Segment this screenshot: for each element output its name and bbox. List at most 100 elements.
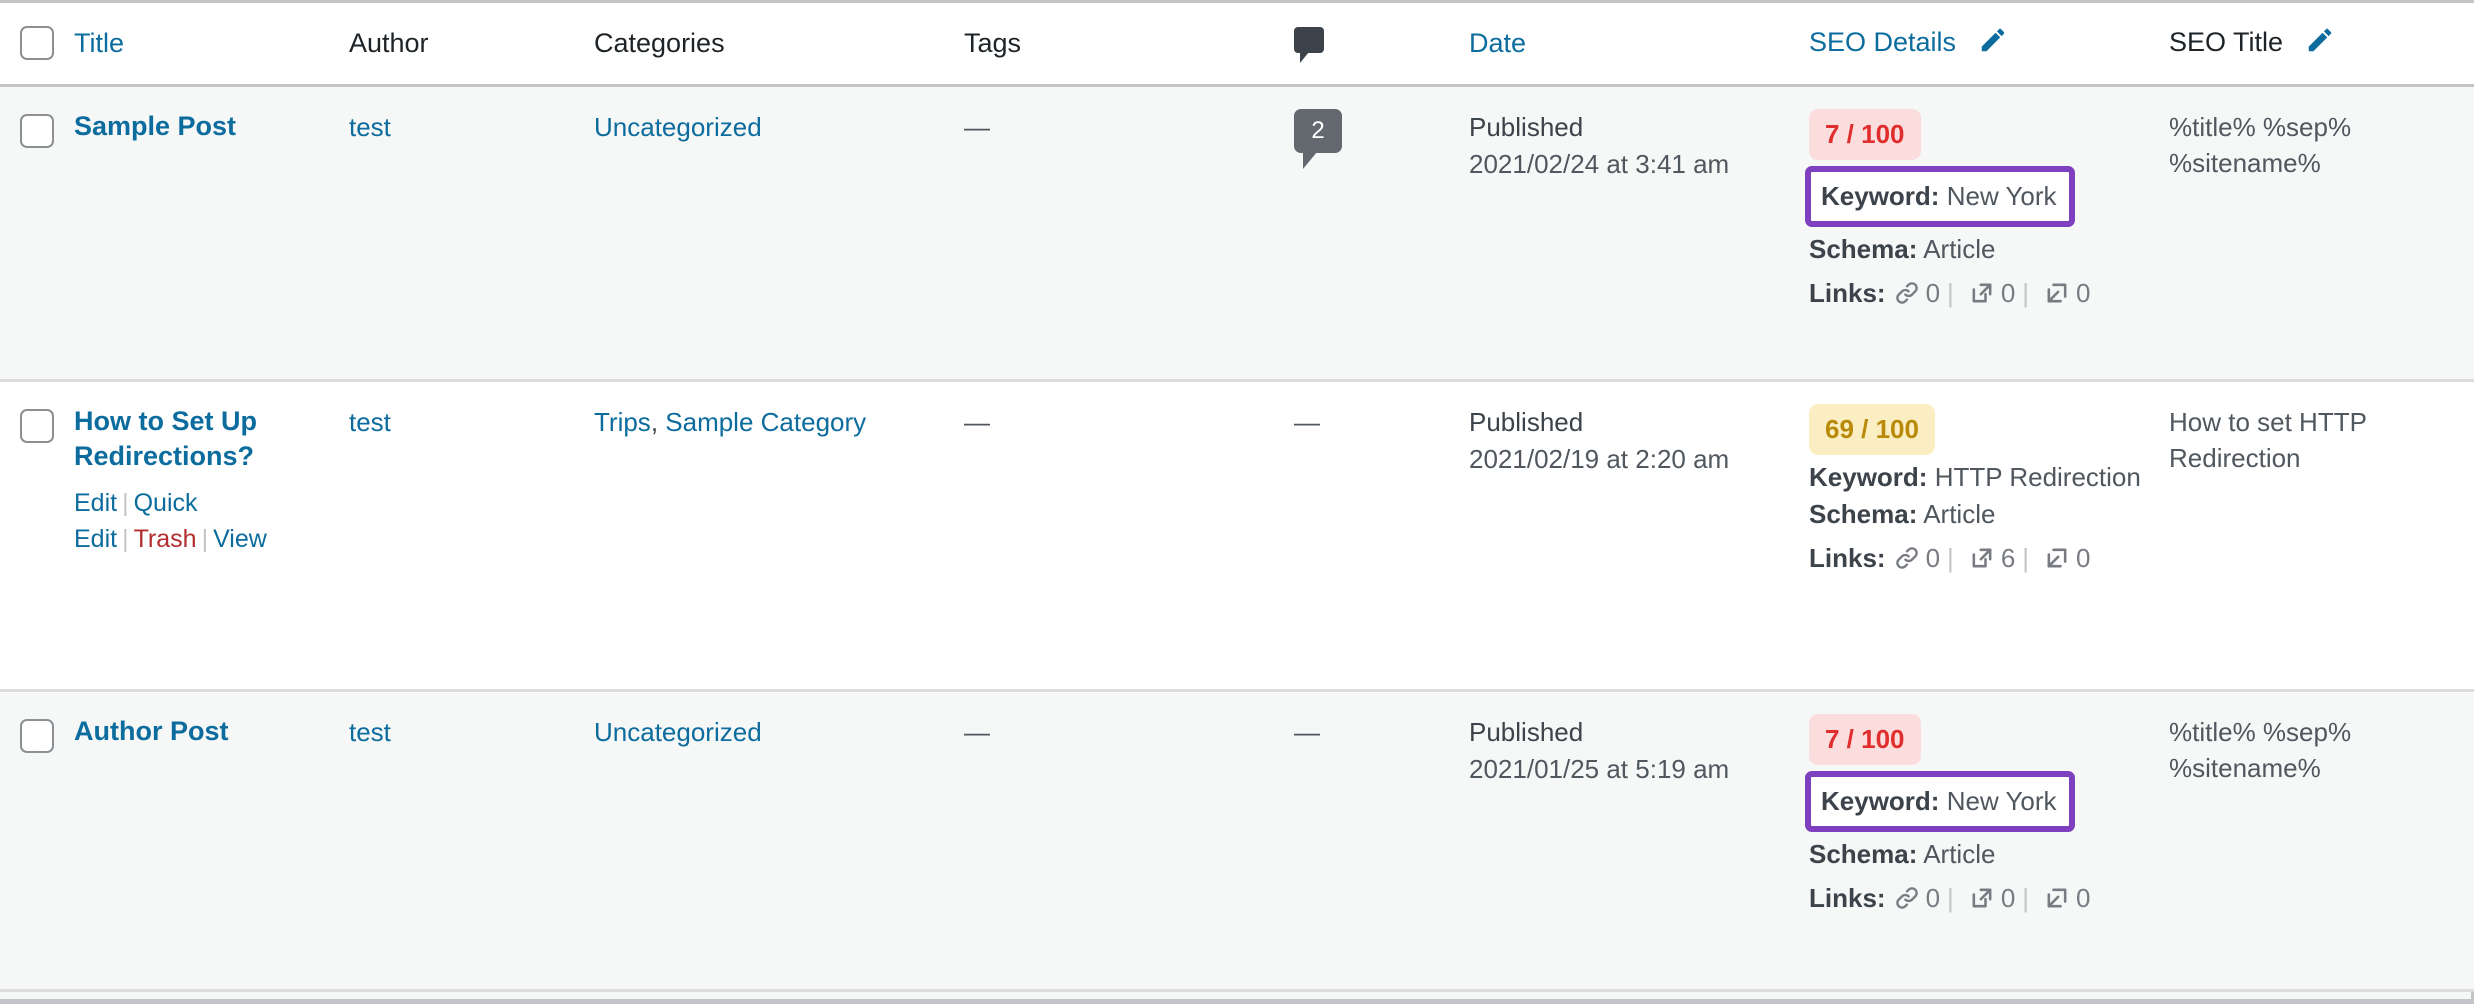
seo-keyword-value: New York bbox=[1946, 786, 2057, 817]
seo-details-cell: 7 / 100 Keyword: New York Schema: Article L… bbox=[1805, 85, 2169, 382]
keyword-highlight-annotation: Keyword: New York bbox=[1805, 166, 2075, 228]
seo-schema-value: Article bbox=[1923, 234, 1996, 265]
title-cell: How to Set Up Redirections? Edit | Quick Ed… bbox=[74, 380, 349, 692]
seo-details-link[interactable]: SEO Details bbox=[1809, 27, 1956, 57]
category-separator: , bbox=[650, 406, 666, 437]
internal-link-icon bbox=[1893, 544, 1921, 583]
table-row[interactable]: Author Post test Uncategorized — — Published 2… bbox=[0, 690, 2474, 992]
internal-links-count: 0 bbox=[1925, 278, 1941, 308]
seo-title-cell[interactable]: How to set HTTP Redirection bbox=[2169, 380, 2474, 692]
seo-schema-label: Schema: bbox=[1809, 499, 1918, 530]
post-title-link[interactable]: Sample Post bbox=[74, 109, 329, 145]
post-status: Published bbox=[1469, 111, 1584, 142]
external-link-icon bbox=[1968, 544, 1996, 583]
posts-table: Title Author Categories Tags Date SEO De… bbox=[0, 3, 2474, 992]
post-status: Published bbox=[1469, 716, 1584, 747]
internal-links-count: 0 bbox=[1925, 883, 1941, 913]
seo-title-value: How to set HTTP Redirection bbox=[2169, 406, 2367, 474]
row-actions: Edit | Quick Edit | Trash | View bbox=[74, 485, 324, 558]
categories-cell: Uncategorized bbox=[594, 85, 964, 382]
table-row[interactable]: How to Set Up Redirections? Edit | Quick Ed… bbox=[0, 380, 2474, 692]
seo-schema-line: Schema: Article bbox=[1809, 836, 2149, 873]
row-action-edit[interactable]: Edit bbox=[74, 489, 117, 517]
external-link-icon bbox=[1968, 279, 1996, 318]
seo-details-pencil-icon[interactable] bbox=[1978, 25, 2008, 62]
seo-score-badge: 7 / 100 bbox=[1809, 713, 1921, 766]
seo-title-cell[interactable]: %title% %sep% %sitename% bbox=[2169, 690, 2474, 992]
author-link[interactable]: test bbox=[349, 407, 391, 437]
column-header-comments bbox=[1294, 3, 1469, 87]
column-header-seo-title-label: SEO Title bbox=[2169, 26, 2284, 57]
column-header-title: Title bbox=[74, 3, 349, 87]
external-links-count: 6 bbox=[2000, 543, 2016, 573]
post-title-link[interactable]: How to Set Up Redirections? bbox=[74, 404, 329, 475]
row-action-trash[interactable]: Trash bbox=[134, 525, 197, 553]
post-status: Published bbox=[1469, 406, 1584, 437]
category-link[interactable]: Trips bbox=[594, 407, 651, 437]
external-links-count: 0 bbox=[2000, 883, 2016, 913]
internal-links-count: 0 bbox=[1925, 543, 1941, 573]
seo-details-cell: 7 / 100 Keyword: New York Schema: Article L… bbox=[1805, 690, 2169, 992]
seo-schema-value: Article bbox=[1923, 839, 1996, 870]
row-checkbox-cell bbox=[0, 380, 74, 692]
tags-cell: — bbox=[964, 690, 1294, 992]
posts-table-container: Title Author Categories Tags Date SEO De… bbox=[0, 3, 2474, 999]
select-all-checkbox[interactable] bbox=[20, 26, 54, 61]
sort-title-link[interactable]: Title bbox=[74, 28, 124, 58]
seo-keyword-line: Keyword: HTTP Redirection bbox=[1809, 459, 2149, 496]
category-link[interactable]: Uncategorized bbox=[594, 112, 762, 142]
tags-empty-dash: — bbox=[964, 716, 990, 747]
incoming-link-icon bbox=[2043, 544, 2071, 583]
comments-empty-dash: — bbox=[1294, 716, 1320, 747]
post-title-link[interactable]: Author Post bbox=[74, 714, 329, 750]
author-link[interactable]: test bbox=[349, 112, 391, 142]
post-date: 2021/02/19 at 2:20 am bbox=[1469, 444, 1730, 475]
seo-links-label: Links: bbox=[1809, 278, 1886, 308]
comments-empty-dash: — bbox=[1294, 406, 1320, 437]
seo-links-label: Links: bbox=[1809, 883, 1886, 913]
row-select-checkbox[interactable] bbox=[20, 408, 54, 443]
row-action-view[interactable]: View bbox=[213, 525, 267, 553]
seo-score-badge: 7 / 100 bbox=[1809, 108, 1921, 161]
title-cell: Sample Post bbox=[74, 85, 349, 382]
internal-link-icon bbox=[1893, 279, 1921, 318]
author-cell: test bbox=[349, 380, 594, 692]
category-link[interactable]: Uncategorized bbox=[594, 717, 762, 747]
table-body: Sample Post test Uncategorized — 2 Published 2… bbox=[0, 85, 2474, 992]
seo-schema-line: Schema: Article bbox=[1809, 496, 2149, 533]
title-cell: Author Post bbox=[74, 690, 349, 992]
seo-title-pencil-icon[interactable] bbox=[2305, 25, 2335, 62]
column-header-categories: Categories bbox=[594, 3, 964, 87]
date-cell: Published 2021/01/25 at 5:19 am bbox=[1469, 690, 1809, 992]
date-cell: Published 2021/02/19 at 2:20 am bbox=[1469, 380, 1809, 692]
external-link-icon bbox=[1968, 884, 1996, 923]
seo-keyword-label: Keyword: bbox=[1821, 786, 1940, 817]
categories-cell: Trips, Sample Category bbox=[594, 380, 964, 692]
comment-bubble-icon bbox=[1294, 26, 1324, 63]
incoming-link-icon bbox=[2043, 279, 2071, 318]
seo-details-cell: 69 / 100 Keyword: HTTP Redirection Schema:… bbox=[1809, 380, 2169, 692]
column-header-author-label: Author bbox=[349, 27, 429, 58]
categories-cell: Uncategorized bbox=[594, 690, 964, 992]
seo-title-cell[interactable]: %title% %sep% %sitename% bbox=[2169, 85, 2474, 382]
keyword-highlight-annotation: Keyword: New York bbox=[1805, 771, 2075, 833]
row-select-checkbox[interactable] bbox=[20, 718, 54, 753]
table-row[interactable]: Sample Post test Uncategorized — 2 Published 2… bbox=[0, 85, 2474, 382]
column-header-categories-label: Categories bbox=[594, 27, 725, 58]
incoming-links-count: 0 bbox=[2076, 883, 2091, 913]
column-header-seo-title: SEO Title bbox=[2169, 3, 2474, 87]
tags-cell: — bbox=[964, 85, 1294, 382]
comment-count-bubble[interactable]: 2 bbox=[1294, 108, 1342, 169]
seo-keyword-label: Keyword: bbox=[1809, 462, 1928, 493]
column-header-tags: Tags bbox=[964, 3, 1294, 87]
row-select-checkbox[interactable] bbox=[20, 113, 54, 148]
seo-links-line: Links: 0 | 6 | 0 bbox=[1809, 539, 2109, 583]
seo-keyword-value: HTTP Redirection bbox=[1934, 462, 2141, 493]
column-header-seo-details: SEO Details bbox=[1809, 3, 2169, 87]
tags-cell: — bbox=[964, 380, 1294, 692]
sort-date-link[interactable]: Date bbox=[1469, 28, 1526, 58]
post-date: 2021/02/24 at 3:41 am bbox=[1469, 149, 1730, 180]
category-link[interactable]: Sample Category bbox=[665, 407, 866, 437]
author-link[interactable]: test bbox=[349, 717, 391, 747]
author-cell: test bbox=[349, 85, 594, 382]
